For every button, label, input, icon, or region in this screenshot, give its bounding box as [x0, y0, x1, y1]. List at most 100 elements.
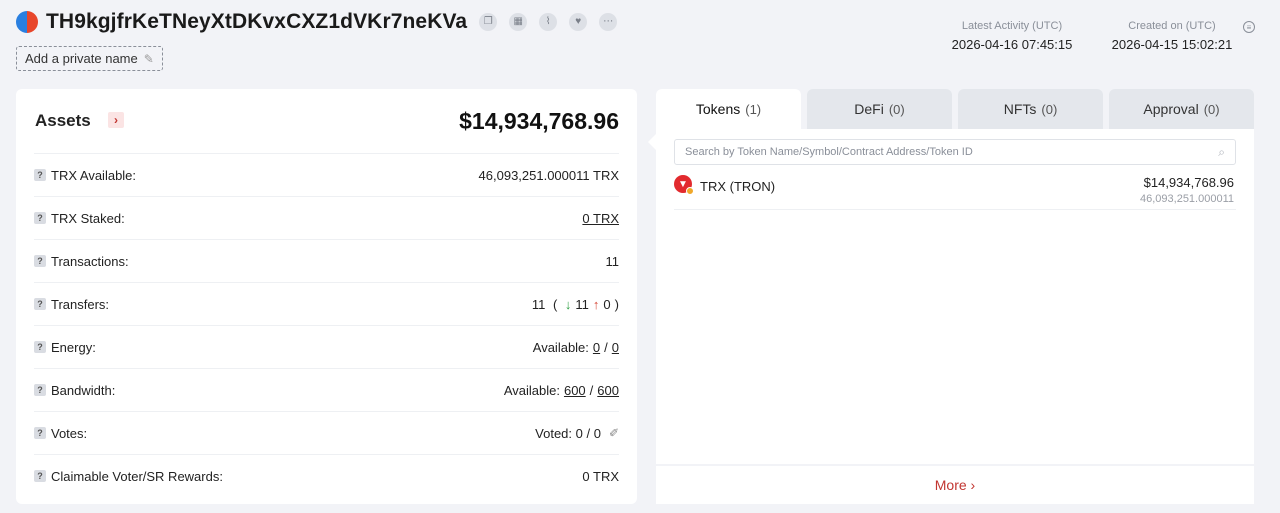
row-label: Votes: — [51, 425, 88, 441]
energy-total-link[interactable]: 0 — [612, 340, 619, 355]
tab-count: (0) — [1203, 101, 1220, 117]
assets-total-value: $14,934,768.96 — [459, 108, 619, 134]
chevron-right-icon: › — [966, 477, 976, 493]
search-icon[interactable]: ⌕ — [1218, 145, 1225, 160]
chevron-right-icon[interactable]: › — [108, 112, 124, 128]
tokens-panel: Tokens (1) DeFi (0) NFTs (0) Approval (0) Se… — [656, 89, 1254, 504]
asset-row-energy: ? Energy: Available: 0 / 0 — [34, 325, 619, 368]
paren-close: ) — [614, 296, 619, 312]
row-label: Bandwidth: — [51, 382, 116, 398]
bandwidth-value: Available: 600 / 600 — [504, 383, 619, 398]
energy-prefix: Available: — [532, 339, 589, 355]
help-question-icon[interactable]: ? — [34, 384, 46, 396]
tokens-list: Search by Token Name/Symbol/Contract Add… — [656, 129, 1254, 464]
assets-panel: Assets › $14,934,768.96 ? TRX Available: … — [16, 89, 637, 504]
help-question-icon[interactable]: ? — [34, 255, 46, 267]
tab-label: Tokens — [695, 101, 741, 117]
more-button[interactable]: More › — [656, 466, 1254, 504]
row-value: 46,093,251.000011 TRX — [478, 167, 619, 183]
row-value: 11 — [605, 253, 620, 269]
asset-row-transactions: ? Transactions: 11 — [34, 239, 619, 282]
bandwidth-prefix: Available: — [503, 382, 560, 398]
created-on-label: Created on (UTC) — [1128, 20, 1216, 32]
arrow-down-icon: ↓ — [564, 296, 572, 312]
transfers-value: 11 ( ↓ 11 ↑ 0 ) — [532, 297, 619, 312]
qr-code-icon[interactable]: ▦ — [509, 13, 528, 31]
bandwidth-available-link[interactable]: 600 — [564, 383, 586, 398]
verified-badge-icon — [686, 187, 694, 195]
analytics-icon[interactable]: ⌇ — [539, 13, 558, 31]
arrow-up-icon: ↑ — [592, 296, 600, 312]
latest-activity-value: 2026-04-16 07:45:15 — [951, 37, 1073, 52]
latest-activity-label: Latest Activity (UTC) — [961, 20, 1063, 32]
tab-label: DeFi — [854, 101, 884, 117]
favorite-heart-icon[interactable]: ♥ — [569, 13, 588, 31]
asset-row-trx-available: ? TRX Available: 46,093,251.000011 TRX — [34, 153, 619, 196]
bandwidth-total-link[interactable]: 600 — [597, 383, 619, 398]
votes-value: Voted: 0 / 0 ✐ — [535, 426, 619, 441]
assets-title: Assets — [35, 111, 91, 130]
trx-token-icon: ▼ — [674, 175, 694, 195]
asset-rows: ? TRX Available: 46,093,251.000011 TRX ? T… — [34, 153, 619, 497]
tab-defi[interactable]: DeFi (0) — [807, 89, 952, 129]
latest-activity: Latest Activity (UTC) 2026-04-16 07:45:1… — [948, 20, 1076, 52]
energy-available-link[interactable]: 0 — [593, 340, 600, 355]
private-name-label: Add a private name — [25, 51, 138, 66]
row-label: Energy: — [51, 339, 96, 355]
token-row-trx[interactable]: ▼ TRX (TRON) $14,934,768.96 46,093,251.0… — [674, 173, 1236, 210]
row-label: Claimable Voter/SR Rewards: — [51, 468, 223, 484]
tab-tokens[interactable]: Tokens (1) — [656, 89, 801, 129]
slash: / — [604, 339, 608, 355]
asset-row-votes: ? Votes: Voted: 0 / 0 ✐ — [34, 411, 619, 454]
token-amount: 46,093,251.000011 — [1140, 193, 1234, 205]
row-label: Transfers: — [51, 296, 110, 312]
votes-text: Voted: 0 / 0 — [535, 425, 601, 441]
token-search-input[interactable]: Search by Token Name/Symbol/Contract Add… — [674, 139, 1236, 165]
help-question-icon[interactable]: ? — [34, 169, 46, 181]
account-address[interactable]: TH9kgjfrKeTNeyXtDKvxCXZ1dVKr7neKVa — [46, 10, 467, 34]
row-label: Transactions: — [51, 253, 129, 269]
transfers-in: 11 — [575, 296, 589, 312]
paren-open: ( — [549, 296, 561, 312]
token-name[interactable]: TRX (TRON) — [700, 179, 775, 194]
asset-row-rewards: ? Claimable Voter/SR Rewards: 0 TRX — [34, 454, 619, 497]
tab-count: (0) — [1041, 101, 1058, 117]
tab-count: (1) — [745, 101, 762, 117]
search-placeholder: Search by Token Name/Symbol/Contract Add… — [685, 146, 973, 158]
created-on-value: 2026-04-15 15:02:21 — [1111, 37, 1233, 52]
transfers-total: 11 — [531, 296, 546, 312]
trx-staked-link[interactable]: 0 TRX — [582, 211, 619, 226]
row-value: 0 TRX — [582, 468, 619, 484]
timezone-toggle-icon[interactable]: ≡ — [1243, 21, 1255, 33]
tabs-bar: Tokens (1) DeFi (0) NFTs (0) Approval (0) — [656, 89, 1254, 129]
pencil-icon: ✎ — [143, 51, 154, 66]
edit-votes-icon[interactable]: ✐ — [609, 426, 619, 440]
tab-count: (0) — [888, 101, 905, 117]
tab-approval[interactable]: Approval (0) — [1109, 89, 1254, 129]
energy-value: Available: 0 / 0 — [533, 340, 619, 355]
help-question-icon[interactable]: ? — [34, 212, 46, 224]
slash: / — [589, 382, 594, 398]
page-header: TH9kgjfrKeTNeyXtDKvxCXZ1dVKr7neKVa ❐ ▦ ⌇… — [0, 0, 1280, 80]
help-question-icon[interactable]: ? — [34, 341, 46, 353]
tab-nfts[interactable]: NFTs (0) — [958, 89, 1103, 129]
tab-label: Approval — [1143, 101, 1199, 117]
transfers-out: 0 — [603, 296, 611, 312]
address-row: TH9kgjfrKeTNeyXtDKvxCXZ1dVKr7neKVa ❐ ▦ ⌇… — [16, 10, 618, 34]
row-label: TRX Staked: — [51, 210, 125, 226]
asset-row-trx-staked: ? TRX Staked: 0 TRX — [34, 196, 619, 239]
help-question-icon[interactable]: ? — [34, 470, 46, 482]
help-question-icon[interactable]: ? — [34, 298, 46, 310]
help-question-icon[interactable]: ? — [34, 427, 46, 439]
address-actions: ❐ ▦ ⌇ ♥ ⋯ — [479, 13, 618, 31]
copy-icon[interactable]: ❐ — [479, 13, 498, 31]
asset-row-transfers: ? Transfers: 11 ( ↓ 11 ↑ 0 ) — [34, 282, 619, 325]
created-on: Created on (UTC) 2026-04-15 15:02:21 — [1108, 20, 1236, 52]
more-options-icon[interactable]: ⋯ — [599, 13, 618, 31]
token-usd-value: $14,934,768.96 — [1143, 175, 1234, 190]
account-avatar — [16, 11, 38, 33]
add-private-name-button[interactable]: Add a private name ✎ — [16, 46, 163, 71]
asset-row-bandwidth: ? Bandwidth: Available: 600 / 600 — [34, 368, 619, 411]
assets-header: Assets › $14,934,768.96 — [16, 89, 637, 153]
more-label: More — [934, 477, 967, 493]
